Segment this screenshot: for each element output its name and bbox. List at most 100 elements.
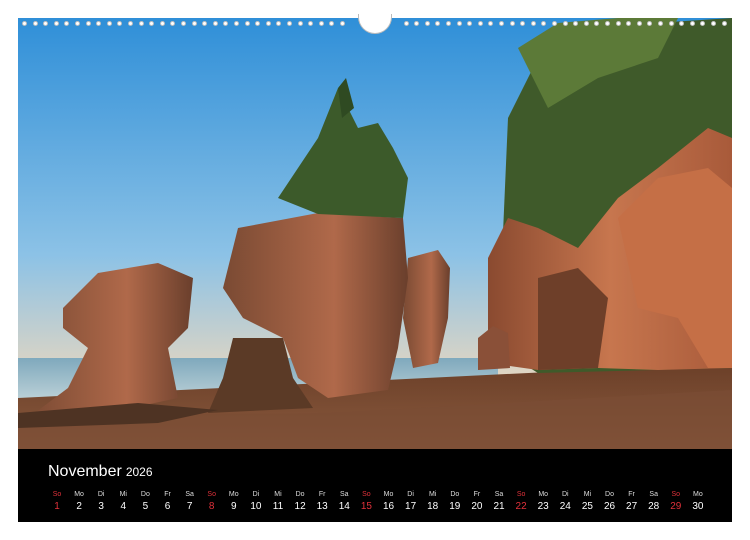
day-row: So 1 Mo 2 Di 3 Mi 4 Do 5 Fr 6 Sa 7 So 8 Mo 9 Di 10 Mi 11 Do 12 F… bbox=[46, 489, 716, 519]
day-cell: Di 24 bbox=[554, 489, 576, 513]
day-number: 5 bbox=[142, 501, 149, 512]
day-cell: Sa 21 bbox=[488, 489, 510, 513]
weekday-abbr: Mo bbox=[383, 491, 394, 498]
weekday-abbr: So bbox=[52, 491, 62, 498]
day-cell: Di 10 bbox=[245, 489, 267, 513]
day-number: 15 bbox=[360, 501, 372, 512]
day-number: 21 bbox=[493, 501, 505, 512]
binding-hole bbox=[181, 21, 186, 26]
binding-hole bbox=[594, 21, 600, 26]
day-number: 12 bbox=[294, 501, 306, 512]
binding-hole bbox=[530, 21, 536, 26]
day-cell: Do 19 bbox=[444, 489, 466, 513]
binding-hole bbox=[43, 21, 49, 26]
day-cell: Fr 20 bbox=[466, 489, 488, 513]
day-cell: Fr 13 bbox=[311, 489, 333, 513]
binding-hole bbox=[446, 21, 451, 26]
weekday-abbr: Mi bbox=[119, 491, 127, 498]
binding-hole bbox=[414, 21, 420, 26]
binding-hole bbox=[721, 21, 727, 26]
day-cell: So 22 bbox=[510, 489, 532, 513]
binding-hole bbox=[128, 21, 133, 26]
binding-hole bbox=[700, 21, 706, 26]
weekday-abbr: Do bbox=[295, 491, 305, 498]
binding-hole bbox=[456, 21, 462, 26]
day-cell: So 8 bbox=[201, 489, 223, 513]
weekday-abbr: Sa bbox=[649, 491, 658, 498]
weekday-abbr: Mi bbox=[428, 491, 437, 498]
day-number: 17 bbox=[405, 501, 417, 512]
binding-hole bbox=[679, 21, 685, 26]
weekday-abbr: Di bbox=[97, 491, 105, 498]
binding-hole bbox=[467, 21, 473, 26]
day-cell: Mi 4 bbox=[112, 489, 134, 513]
day-cell: Sa 28 bbox=[643, 489, 665, 513]
binding-hole bbox=[658, 21, 663, 26]
day-number: 20 bbox=[471, 501, 483, 512]
binding-hole bbox=[615, 21, 621, 26]
day-number: 10 bbox=[250, 501, 262, 512]
day-number: 19 bbox=[449, 501, 461, 512]
month-name: November bbox=[48, 463, 122, 480]
calendar-page: November 2026 So 1 Mo 2 Di 3 Mi 4 Do 5 Fr 6 Sa 7 So 8 Mo 9… bbox=[18, 18, 732, 522]
weekday-abbr: Di bbox=[561, 491, 569, 498]
day-number: 24 bbox=[559, 501, 571, 512]
binding-hole bbox=[223, 21, 229, 26]
binding-hole bbox=[636, 21, 642, 26]
calendar-strip: November 2026 So 1 Mo 2 Di 3 Mi 4 Do 5 Fr 6 Sa 7 So 8 Mo 9… bbox=[18, 449, 732, 522]
binding-hole bbox=[53, 21, 59, 26]
day-number: 11 bbox=[272, 501, 284, 512]
weekday-abbr: Fr bbox=[164, 491, 171, 498]
binding-hole bbox=[552, 21, 557, 26]
weekday-abbr: Sa bbox=[494, 491, 504, 498]
weekday-abbr: Sa bbox=[185, 491, 194, 498]
binding-hole bbox=[265, 21, 271, 26]
weekday-abbr: Do bbox=[450, 491, 460, 498]
binding-hole bbox=[541, 21, 547, 26]
binding-hole bbox=[244, 21, 250, 26]
weekday-abbr: Do bbox=[140, 491, 150, 498]
day-number: 29 bbox=[670, 501, 682, 512]
day-number: 1 bbox=[54, 501, 60, 512]
weekday-abbr: Mo bbox=[693, 491, 703, 498]
day-number: 7 bbox=[186, 501, 193, 512]
day-cell: So 15 bbox=[355, 489, 377, 513]
day-number: 16 bbox=[382, 501, 395, 512]
binding-hole bbox=[85, 21, 91, 26]
binding-hole bbox=[138, 21, 144, 26]
binding-hole bbox=[75, 21, 80, 26]
weekday-abbr: Fr bbox=[473, 491, 481, 498]
binding-hole bbox=[308, 21, 314, 26]
day-cell: Do 12 bbox=[289, 489, 311, 513]
weekday-abbr: Mo bbox=[228, 491, 239, 498]
binding-hole bbox=[668, 21, 674, 26]
day-number: 25 bbox=[581, 501, 593, 512]
day-cell: Fr 27 bbox=[621, 489, 643, 513]
binding-hole bbox=[689, 21, 695, 26]
day-cell: Mo 2 bbox=[68, 489, 90, 513]
day-cell: Sa 14 bbox=[333, 489, 355, 513]
day-number: 3 bbox=[98, 501, 104, 512]
binding-hole bbox=[106, 21, 112, 26]
binding-hole bbox=[297, 21, 303, 26]
weekday-abbr: Fr bbox=[628, 491, 635, 498]
spiral-binding bbox=[18, 14, 732, 34]
day-number: 27 bbox=[626, 501, 638, 512]
weekday-abbr: Di bbox=[252, 491, 260, 498]
binding-hole bbox=[488, 21, 494, 26]
binding-hole bbox=[96, 21, 102, 26]
day-number: 4 bbox=[120, 501, 127, 512]
weekday-abbr: So bbox=[671, 491, 681, 498]
binding-hole bbox=[159, 21, 165, 26]
day-number: 18 bbox=[427, 501, 439, 512]
day-number: 28 bbox=[648, 501, 660, 512]
binding-hole bbox=[276, 21, 282, 26]
weekday-abbr: So bbox=[362, 491, 371, 498]
binding-hole bbox=[583, 21, 589, 26]
binding-hole bbox=[149, 21, 155, 26]
binding-hole bbox=[499, 21, 504, 26]
binding-hole bbox=[562, 21, 568, 26]
day-cell: Sa 7 bbox=[179, 489, 201, 513]
weekday-abbr: So bbox=[207, 491, 216, 498]
weekday-abbr: So bbox=[516, 491, 526, 498]
